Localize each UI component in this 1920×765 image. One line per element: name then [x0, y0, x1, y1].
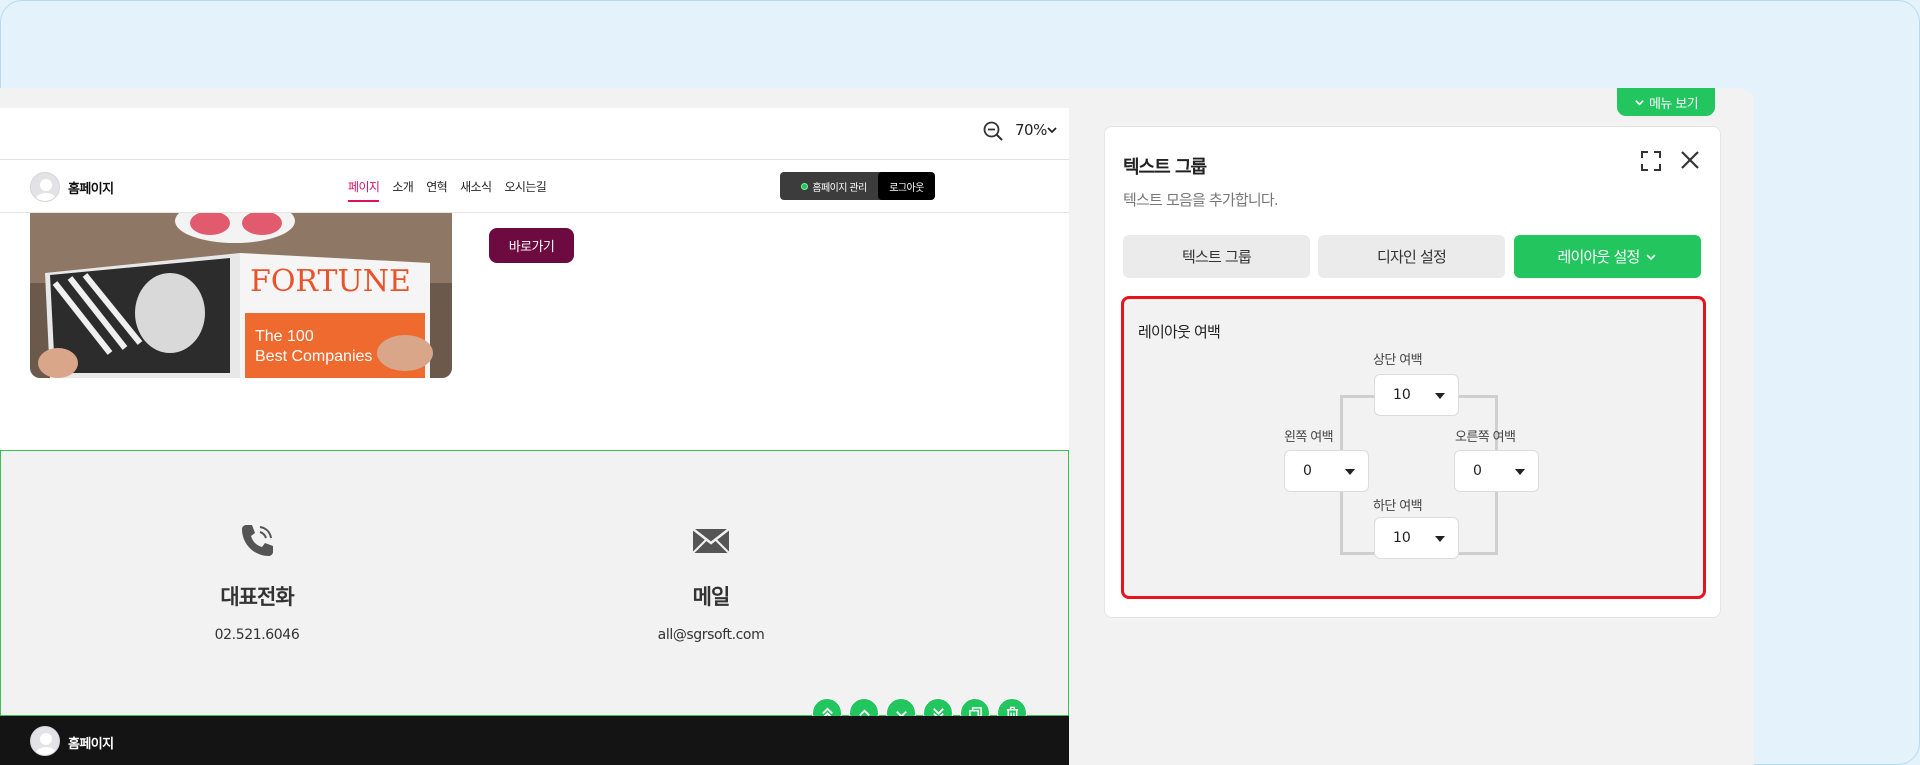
close-icon[interactable]	[1679, 149, 1701, 171]
footer-avatar	[30, 726, 60, 756]
layout-margin-box: 레이아웃 여백 상단 여백 10 왼쪽 여백 0 오른쪽 여백 0 하단 여백 …	[1121, 296, 1706, 599]
chevron-down-icon	[1635, 99, 1644, 106]
contact-section[interactable]: 대표전화 02.521.6046 메일 all@sgrsoft.com	[0, 450, 1069, 716]
contact-phone: 대표전화 02.521.6046	[147, 521, 367, 643]
user-icon	[35, 733, 57, 755]
tab-text-group[interactable]: 텍스트 그룹	[1123, 235, 1310, 278]
contact-email-title: 메일	[692, 585, 731, 609]
menu-view-button[interactable]: 메뉴 보기	[1617, 88, 1715, 116]
avatar	[30, 172, 60, 202]
site-logo-text[interactable]: 홈페이지	[68, 178, 114, 197]
svg-text:Best Companies: Best Companies	[255, 348, 372, 365]
tab-layout-settings-label: 레이아웃 설정	[1557, 248, 1641, 266]
settings-panel: 텍스트 그룹 텍스트 모음을 추가합니다. 텍스트 그룹 디자인 설정 레이아웃…	[1104, 126, 1721, 618]
chevron-down-icon	[1646, 253, 1657, 260]
contact-phone-title: 대표전화	[220, 585, 294, 609]
site-footer: 홈페이지	[0, 716, 1069, 765]
site-nav-links: 페이지 소개 연혁 새소식 오시는길	[348, 178, 547, 202]
zoom-level[interactable]: 70%	[1015, 121, 1047, 139]
menu-view-label: 메뉴 보기	[1649, 96, 1699, 112]
admin-button-label: 홈페이지 관리	[812, 182, 867, 194]
go-button[interactable]: 바로가기	[489, 228, 574, 263]
nav-link-news[interactable]: 새소식	[460, 178, 492, 202]
panel-description: 텍스트 모음을 추가합니다.	[1123, 191, 1279, 209]
caret-down-icon	[1435, 393, 1445, 399]
admin-button[interactable]: 홈페이지 관리	[780, 172, 888, 200]
nav-link-intro[interactable]: 소개	[392, 178, 413, 202]
zoom-toolbar: 70%	[0, 108, 1069, 160]
chevron-down-icon[interactable]	[1046, 124, 1058, 136]
user-icon	[35, 179, 57, 201]
contact-email: 메일 all@sgrsoft.com	[601, 521, 821, 643]
mail-icon	[692, 528, 730, 554]
contact-email-value: all@sgrsoft.com	[657, 627, 765, 643]
tab-layout-settings[interactable]: 레이아웃 설정	[1514, 235, 1701, 278]
right-margin-label: 오른쪽 여백	[1455, 430, 1516, 445]
left-margin-select[interactable]: 0	[1284, 450, 1369, 492]
bottom-margin-label: 하단 여백	[1373, 499, 1423, 514]
caret-down-icon	[1345, 469, 1355, 475]
top-margin-value: 10	[1393, 387, 1411, 403]
left-margin-label: 왼쪽 여백	[1284, 430, 1334, 445]
site-preview: 70% 홈페이지 페이지 소개 연혁 새소식 오시는길 홈페이지 관리 로그아웃	[0, 108, 1069, 765]
nav-link-history[interactable]: 연혁	[426, 178, 447, 202]
right-margin-select[interactable]: 0	[1454, 450, 1539, 492]
logout-button[interactable]: 로그아웃	[878, 172, 935, 200]
site-header: 홈페이지 페이지 소개 연혁 새소식 오시는길 홈페이지 관리 로그아웃	[0, 160, 1069, 213]
panel-title: 텍스트 그룹	[1123, 157, 1207, 178]
right-margin-value: 0	[1473, 463, 1482, 479]
zoom-out-icon[interactable]	[982, 120, 1004, 142]
left-margin-value: 0	[1303, 463, 1312, 479]
contact-phone-value: 02.521.6046	[214, 627, 300, 643]
top-margin-label: 상단 여백	[1373, 353, 1423, 368]
hero-image: FORTUNE The 100 Best Companies	[30, 213, 452, 378]
svg-text:FORTUNE: FORTUNE	[250, 264, 411, 299]
nav-link-directions[interactable]: 오시는길	[504, 178, 546, 202]
top-margin-select[interactable]: 10	[1374, 374, 1459, 416]
phone-icon	[242, 525, 273, 556]
footer-logo-text[interactable]: 홈페이지	[68, 733, 114, 752]
bottom-margin-value: 10	[1393, 530, 1411, 546]
nav-link-page[interactable]: 페이지	[348, 178, 380, 202]
layout-margin-title: 레이아웃 여백	[1138, 323, 1221, 341]
expand-icon[interactable]	[1640, 150, 1662, 172]
svg-text:The 100: The 100	[255, 328, 314, 345]
admin-status-icon	[801, 182, 809, 190]
bottom-margin-select[interactable]: 10	[1374, 517, 1459, 559]
tab-design-settings[interactable]: 디자인 설정	[1318, 235, 1505, 278]
caret-down-icon	[1435, 536, 1445, 542]
caret-down-icon	[1515, 469, 1525, 475]
